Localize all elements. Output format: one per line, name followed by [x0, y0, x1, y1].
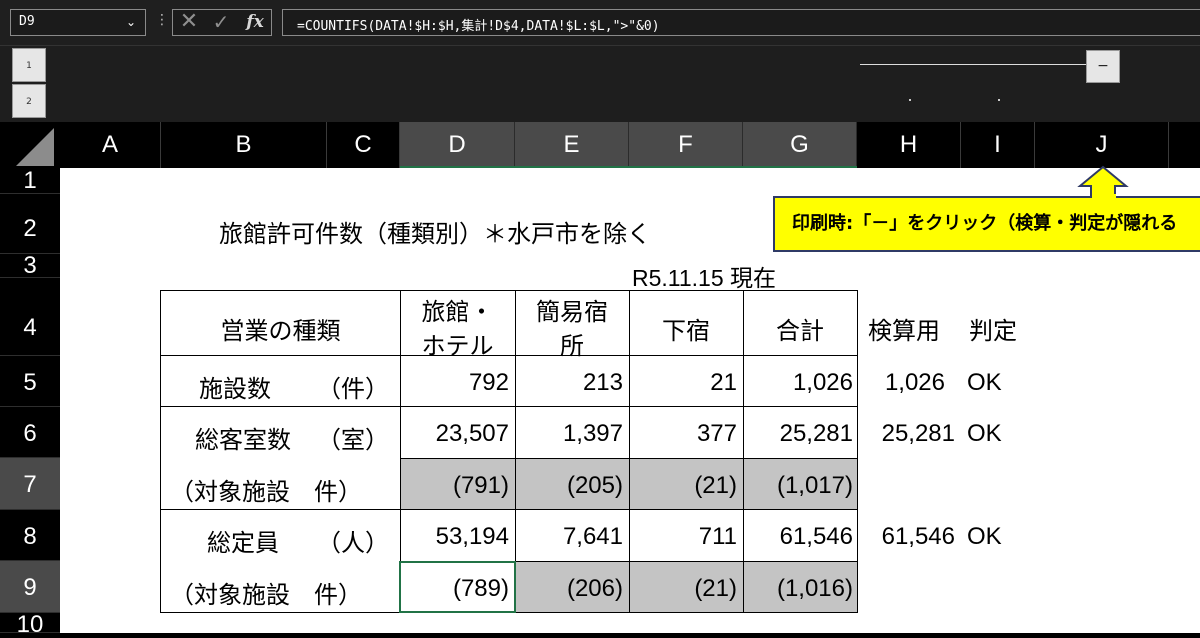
select-all-triangle-icon — [16, 128, 54, 166]
row5-total[interactable]: 1,026 — [743, 369, 857, 397]
outline-dot — [909, 99, 911, 101]
header-judge: 判定 — [969, 318, 1017, 345]
outline-bracket-line — [860, 64, 1086, 65]
row8-check[interactable]: 61,546 — [857, 523, 961, 551]
row-header-1[interactable]: 1 — [0, 168, 60, 194]
row7-ryokan[interactable]: (791) — [400, 472, 515, 500]
row-header-8[interactable]: 8 — [0, 510, 60, 561]
sheet-title: 旅館許可件数（種類別）＊水戸市を除く — [219, 221, 651, 248]
column-header-c[interactable]: C — [327, 122, 400, 168]
row9-label: （対象施設 件） — [170, 582, 362, 609]
outline-collapse-button[interactable]: − — [1086, 50, 1120, 83]
column-header-h[interactable]: H — [857, 122, 961, 168]
row9-kani[interactable]: (206) — [515, 575, 629, 603]
row6-kani[interactable]: 1,397 — [515, 420, 629, 448]
row8-unit: （人） — [317, 530, 389, 557]
print-callout-text: 印刷時:「－」をクリック（検算・判定が隠れる — [792, 213, 1178, 234]
row8-label: 総定員 — [207, 530, 279, 557]
row9-geshuku[interactable]: (21) — [629, 575, 743, 603]
column-header-k[interactable] — [1169, 122, 1200, 168]
callout-arrow-joint — [1092, 194, 1116, 198]
row8-judge[interactable]: OK — [967, 523, 1002, 551]
active-cell-d9[interactable] — [399, 561, 516, 613]
more-options-icon[interactable]: ⋮ — [155, 12, 169, 28]
row9-total[interactable]: (1,016) — [743, 575, 857, 603]
row-header-7[interactable]: 7 — [0, 458, 60, 510]
column-header-j[interactable]: J — [1035, 122, 1169, 168]
column-header-i[interactable]: I — [961, 122, 1035, 168]
row5-judge[interactable]: OK — [967, 369, 1002, 397]
column-header-d[interactable]: D — [400, 122, 515, 168]
header-geshuku: 下宿 — [662, 318, 710, 345]
row8-ryokan[interactable]: 53,194 — [400, 523, 515, 551]
insert-function-icon[interactable]: fx — [242, 10, 268, 34]
column-header-b[interactable]: B — [161, 122, 327, 168]
row6-geshuku[interactable]: 377 — [629, 420, 743, 448]
row7-total[interactable]: (1,017) — [743, 472, 857, 500]
outline-dot — [998, 99, 1000, 101]
name-box-dropdown-icon[interactable]: ⌄ — [122, 13, 140, 31]
as-of-date: R5.11.15 現在 — [632, 265, 777, 291]
header-kani-line1: 簡易宿 — [536, 299, 608, 326]
row6-ryokan[interactable]: 23,507 — [400, 420, 515, 448]
row-header-6[interactable]: 6 — [0, 407, 60, 458]
column-header-e[interactable]: E — [515, 122, 629, 168]
header-check: 検算用 — [868, 318, 940, 345]
row5-unit: （件） — [317, 376, 389, 403]
row6-unit: （室） — [317, 427, 389, 454]
column-header-g[interactable]: G — [743, 122, 857, 168]
formula-input[interactable]: =COUNTIFS(DATA!$H:$H,集計!D$4,DATA!$L:$L,"… — [282, 9, 1200, 36]
row7-geshuku[interactable]: (21) — [629, 472, 743, 500]
row-header-2[interactable]: 2 — [0, 194, 60, 254]
row7-label: （対象施設 件） — [170, 479, 362, 506]
header-ryokan-line1: 旅館・ — [421, 299, 494, 326]
row8-geshuku[interactable]: 711 — [629, 523, 743, 551]
row6-check[interactable]: 25,281 — [857, 420, 961, 448]
row6-judge[interactable]: OK — [967, 420, 1002, 448]
column-header-a[interactable]: A — [60, 122, 161, 168]
outline-level-2-button[interactable]: 2 — [12, 84, 46, 118]
row-header-5[interactable]: 5 — [0, 356, 60, 407]
row-header-3[interactable]: 3 — [0, 254, 60, 278]
column-header-f[interactable]: F — [629, 122, 743, 168]
header-total: 合計 — [776, 318, 824, 345]
row5-check[interactable]: 1,026 — [857, 369, 961, 397]
row6-label: 総客室数 — [195, 427, 291, 454]
row-header-10[interactable]: 10 — [0, 613, 60, 637]
row6-total[interactable]: 25,281 — [743, 420, 857, 448]
row5-label: 施設数 — [199, 376, 271, 403]
row-header-9[interactable]: 9 — [0, 561, 60, 613]
row8-kani[interactable]: 7,641 — [515, 523, 629, 551]
enter-icon[interactable]: ✓ — [210, 10, 232, 34]
row5-ryokan[interactable]: 792 — [400, 369, 515, 397]
row-header-4[interactable]: 4 — [0, 278, 60, 356]
header-type: 営業の種類 — [220, 318, 341, 345]
cancel-icon[interactable]: ✕ — [178, 10, 200, 34]
outline-area — [0, 46, 1200, 122]
outline-level-1-button[interactable]: 1 — [12, 48, 46, 82]
row7-kani[interactable]: (205) — [515, 472, 629, 500]
row8-total[interactable]: 61,546 — [743, 523, 857, 551]
row5-geshuku[interactable]: 21 — [629, 369, 743, 397]
row5-kani[interactable]: 213 — [515, 369, 629, 397]
